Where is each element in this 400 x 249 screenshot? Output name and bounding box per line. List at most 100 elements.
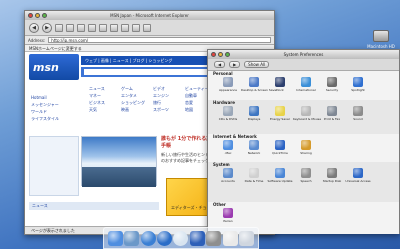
msn-link[interactable]: マネー: [89, 92, 105, 99]
msn-link[interactable]: ショッピング: [121, 99, 145, 106]
pane-label: Network: [247, 151, 261, 155]
pref-pane[interactable]: Startup Disk: [319, 168, 345, 183]
stop-icon[interactable]: [55, 23, 63, 32]
sysprefs-title: System Preferences: [283, 52, 324, 57]
pane-label: Energy Saver: [269, 117, 291, 121]
feature-photo[interactable]: [81, 136, 157, 187]
pref-pane[interactable]: .Mac: [215, 140, 241, 155]
pref-pane[interactable]: CDs & DVDs: [215, 106, 241, 121]
msn-link[interactable]: ニュース: [89, 85, 105, 92]
hotmail-link[interactable]: ライフスタイル: [31, 115, 59, 122]
pref-pane[interactable]: QuickTime: [267, 140, 293, 155]
msn-link[interactable]: ビューティー: [185, 85, 209, 92]
pref-pane[interactable]: Dock: [267, 77, 293, 92]
pref-pane[interactable]: Sharing: [293, 140, 319, 155]
minimize-button[interactable]: [35, 13, 40, 18]
mail-toolbar-icon[interactable]: [110, 23, 118, 32]
msn-link[interactable]: ビジネス: [89, 99, 105, 106]
hotmail-link[interactable]: Hotmail: [31, 94, 59, 101]
sysprefs-toolbar: ◀ ▶ Show All: [208, 59, 399, 71]
apple-icon[interactable]: [222, 230, 238, 246]
zoom-button[interactable]: [42, 13, 47, 18]
pref-pane[interactable]: Print & Fax: [319, 106, 345, 121]
home-icon[interactable]: [77, 23, 85, 32]
pref-pane[interactable]: Universal Access: [345, 168, 371, 183]
pref-pane[interactable]: Sound: [345, 106, 371, 121]
close-button[interactable]: [28, 13, 33, 18]
msn-link[interactable]: エンジン: [153, 92, 169, 99]
msn-link[interactable]: スポーツ: [153, 106, 169, 113]
msn-link[interactable]: 旅行: [153, 99, 169, 106]
msn-link[interactable]: 自動車: [185, 92, 209, 99]
forward-nav-button[interactable]: ▶: [229, 61, 241, 68]
back-nav-button[interactable]: ◀: [214, 61, 226, 68]
pane-label: Displays: [247, 117, 261, 121]
pref-pane[interactable]: Displays: [241, 106, 267, 121]
dock-icon: [275, 77, 285, 87]
larger-text-icon[interactable]: [121, 23, 129, 32]
pref-pane[interactable]: Date & Time: [241, 168, 267, 183]
hotmail-link[interactable]: ワールド: [31, 108, 59, 115]
mail-icon[interactable]: [124, 230, 140, 246]
pane-label: Date & Time: [244, 179, 264, 183]
hotmail-links: Hotmail メッセンジャー ワールド ライフスタイル: [31, 94, 59, 122]
pref-pane[interactable]: Appearance: [215, 77, 241, 92]
pane-label: Desktop & Screen Saver: [241, 88, 278, 92]
pane-label: Speech: [300, 179, 312, 183]
pref-pane[interactable]: Energy Saver: [267, 106, 293, 121]
url-input[interactable]: http://jp.msn.com/: [48, 37, 271, 43]
sysprefs-dock-icon[interactable]: [206, 230, 222, 246]
sp-close-button[interactable]: [211, 52, 216, 57]
msn-link[interactable]: ビデオ: [153, 85, 169, 92]
preferences-icon[interactable]: [143, 23, 151, 32]
pref-section: Hardware CDs & DVDs Displays Energy Saver Ke…: [208, 100, 399, 134]
finder-icon[interactable]: [107, 230, 123, 246]
quicktime-dock-icon[interactable]: [189, 230, 205, 246]
pane-label: QuickTime: [272, 151, 288, 155]
clock-icon: [249, 168, 259, 178]
pref-section: Internet & Network .Mac Network QuickTime Sh…: [208, 134, 399, 162]
sp-zoom-button[interactable]: [225, 52, 230, 57]
autofill-icon[interactable]: [88, 23, 96, 32]
smaller-text-icon[interactable]: [132, 23, 140, 32]
pref-pane[interactable]: Speech: [293, 168, 319, 183]
pref-pane[interactable]: Software Update: [267, 168, 293, 183]
msn-link[interactable]: ゲーム: [121, 85, 145, 92]
pref-pane[interactable]: Perian: [215, 208, 241, 223]
pref-pane[interactable]: Spotlight: [345, 77, 371, 92]
show-all-button[interactable]: Show All: [244, 61, 270, 68]
pref-pane[interactable]: International: [293, 77, 319, 92]
news-section[interactable]: ニュース: [29, 202, 159, 210]
pane-label: Perian: [223, 219, 233, 223]
trash-icon[interactable]: [239, 230, 255, 246]
msn-link[interactable]: 天気: [89, 106, 105, 113]
sysprefs-titlebar[interactable]: System Preferences: [208, 50, 399, 59]
pref-pane[interactable]: Desktop & Screen Saver: [241, 77, 278, 92]
sharing-icon: [301, 140, 311, 150]
pref-pane[interactable]: Security: [319, 77, 345, 92]
msn-link[interactable]: 恋愛: [185, 99, 209, 106]
dock: [103, 227, 259, 249]
hard-drive-icon[interactable]: Macintosh HD: [366, 30, 396, 49]
pref-pane[interactable]: Network: [241, 140, 267, 155]
hotmail-link[interactable]: メッセンジャー: [31, 101, 59, 108]
pref-pane[interactable]: Keyboard & Mouse: [293, 106, 321, 121]
browser-titlebar[interactable]: MSN Japan - Microsoft Internet Explorer: [25, 11, 274, 20]
speech-icon: [301, 168, 311, 178]
pref-pane[interactable]: Accounts: [215, 168, 241, 183]
refresh-icon[interactable]: [66, 23, 74, 32]
print-icon[interactable]: [99, 23, 107, 32]
ie-icon[interactable]: [157, 230, 173, 246]
safari-icon[interactable]: [140, 230, 156, 246]
msn-link[interactable]: エンタメ: [121, 92, 145, 99]
photo-river: [82, 167, 156, 187]
itunes-icon[interactable]: [173, 230, 189, 246]
sp-minimize-button[interactable]: [218, 52, 223, 57]
pane-label: Dock: [276, 88, 284, 92]
msn-search-input[interactable]: [84, 69, 226, 75]
back-button[interactable]: ◀: [29, 22, 39, 33]
forward-button[interactable]: ▶: [42, 22, 52, 33]
lock-icon: [327, 77, 337, 87]
msn-link[interactable]: 映画: [121, 106, 145, 113]
msn-link[interactable]: 地図: [185, 106, 209, 113]
